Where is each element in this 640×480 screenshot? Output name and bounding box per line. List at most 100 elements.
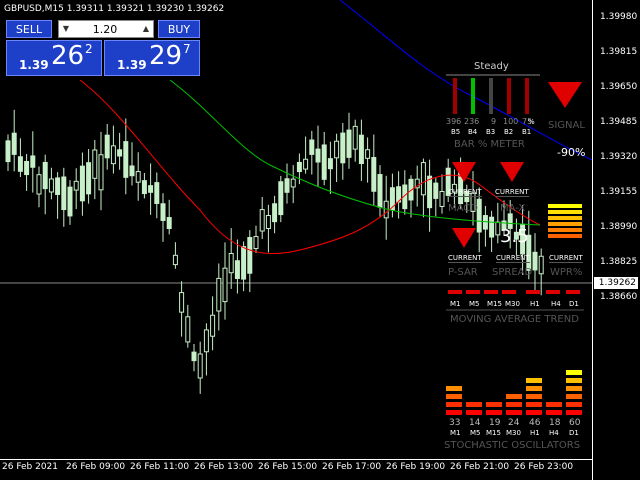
stochastic-bar <box>546 410 562 415</box>
time-tick-label: 26 Feb 19:00 <box>386 462 446 472</box>
wpr-current: CURRENT <box>549 254 583 263</box>
buy-price-box[interactable]: 1.39 29 7 <box>104 40 200 76</box>
bar-meter-bar <box>453 78 457 114</box>
bar-meter-bar <box>525 78 529 114</box>
stochastic-timeframe: M15 <box>486 429 501 437</box>
bar-meter-timeframe: B1 <box>522 128 532 136</box>
candle-body <box>61 176 67 211</box>
stochastic-bar <box>566 394 582 399</box>
candle-body <box>36 174 42 195</box>
wpr-bar <box>548 228 582 232</box>
lot-size-control[interactable]: ▼ ▲ <box>58 20 154 38</box>
candle-body <box>482 215 488 230</box>
ma-trend-timeframe: M1 <box>450 300 461 308</box>
psar-label: P-SAR <box>448 267 478 278</box>
stochastic-value: 60 <box>569 418 581 428</box>
price-tick-label: 1.39485 <box>600 117 638 127</box>
stochastic-bar <box>446 386 462 391</box>
sell-price-box[interactable]: 1.39 26 2 <box>6 40 102 76</box>
stochastic-bar <box>566 402 582 407</box>
candle-body <box>73 180 79 191</box>
candle-body <box>439 190 445 207</box>
ma-trend-timeframe: H1 <box>530 300 540 308</box>
wpr-bar <box>548 222 582 226</box>
wpr-label: WPR% <box>550 267 583 278</box>
price-tick-label: 1.39650 <box>600 82 638 92</box>
candle-body <box>228 253 234 274</box>
ma-trend-bar <box>546 290 560 294</box>
wpr-bar <box>548 210 582 214</box>
bar-meter-value: 236 <box>464 117 480 126</box>
time-tick-label: 26 Feb 15:00 <box>258 462 318 472</box>
max-current: CURRENT <box>495 188 529 197</box>
candle-body <box>327 158 333 170</box>
ma-trend-bar <box>484 290 498 294</box>
candle-body <box>197 353 203 379</box>
candle-body <box>166 217 172 229</box>
stochastic-bar <box>566 410 582 415</box>
chevron-up-icon[interactable]: ▲ <box>139 21 153 37</box>
candle-body <box>278 181 284 216</box>
spread-current: CURRENT <box>496 254 530 263</box>
candle-body <box>433 182 439 199</box>
candle-body <box>185 316 191 343</box>
buy-button[interactable]: BUY <box>158 20 200 38</box>
candle-body <box>315 148 321 163</box>
candle-body <box>55 177 61 195</box>
bar-meter-value: 100 <box>503 117 519 126</box>
ma-trend-timeframe: M15 <box>487 300 502 308</box>
price-tick-label: 1.39155 <box>600 187 638 197</box>
stochastic-bar <box>526 378 542 383</box>
stochastic-value: 18 <box>549 418 561 428</box>
stochastic-value: 46 <box>529 418 541 428</box>
candle-body <box>272 203 278 223</box>
candle-body <box>210 314 216 337</box>
spread-label: SPREAD <box>492 267 533 278</box>
price-axis[interactable] <box>592 0 640 480</box>
lot-size-input[interactable] <box>73 21 137 37</box>
bar-meter-bar <box>507 78 511 114</box>
ma-trend-timeframe: H4 <box>551 300 561 308</box>
candle-body <box>30 155 36 168</box>
time-axis[interactable] <box>0 459 592 460</box>
candle-body <box>377 174 383 208</box>
sell-price-fraction: 2 <box>85 42 93 56</box>
candle-body <box>296 161 302 173</box>
candle-body <box>340 132 346 164</box>
bar-meter-timeframe: B2 <box>504 128 514 136</box>
ma-trend-label: MOVING AVERAGE TREND <box>450 314 579 325</box>
candle-body <box>110 145 116 165</box>
candle-body <box>427 175 433 209</box>
time-tick-label: 26 Feb 2021 <box>2 462 59 472</box>
candle-body <box>259 209 265 232</box>
one-click-trading-panel[interactable]: SELL ▼ ▲ BUY 1.39 26 2 1.39 29 7 <box>6 20 200 76</box>
stochastic-bar <box>506 402 522 407</box>
stochastic-bar <box>506 410 522 415</box>
price-tick-label: 1.38825 <box>600 257 638 267</box>
time-tick-label: 26 Feb 13:00 <box>194 462 254 472</box>
candle-body <box>48 178 54 193</box>
bar-meter-timeframe: B5 <box>451 128 461 136</box>
candle-body <box>11 132 17 155</box>
candle-body <box>321 144 327 180</box>
stochastic-value: 33 <box>449 418 461 428</box>
candle-body <box>129 165 135 177</box>
buy-price-pips: 29 <box>149 41 183 71</box>
wpr-bar <box>548 216 582 220</box>
sell-price-pips: 26 <box>51 41 85 71</box>
candle-body <box>104 134 110 159</box>
bar-meter-bar <box>489 78 493 114</box>
sell-button[interactable]: SELL <box>6 20 52 38</box>
candle-body <box>234 260 240 279</box>
chart-window[interactable]: { "symbol_line": "GBPUSD,M15 1.39311 1.3… <box>0 0 640 480</box>
candle-body <box>92 149 98 179</box>
candle-body <box>203 329 209 353</box>
buy-price-fraction: 7 <box>183 42 191 56</box>
chevron-down-icon[interactable]: ▼ <box>59 21 73 37</box>
stochastic-bar <box>466 402 482 407</box>
bar-meter-title: Steady <box>474 61 509 72</box>
time-tick-label: 26 Feb 23:00 <box>514 462 574 472</box>
candle-body <box>420 162 426 196</box>
price-tick-label: 1.39815 <box>600 47 638 57</box>
candle-body <box>135 171 141 183</box>
